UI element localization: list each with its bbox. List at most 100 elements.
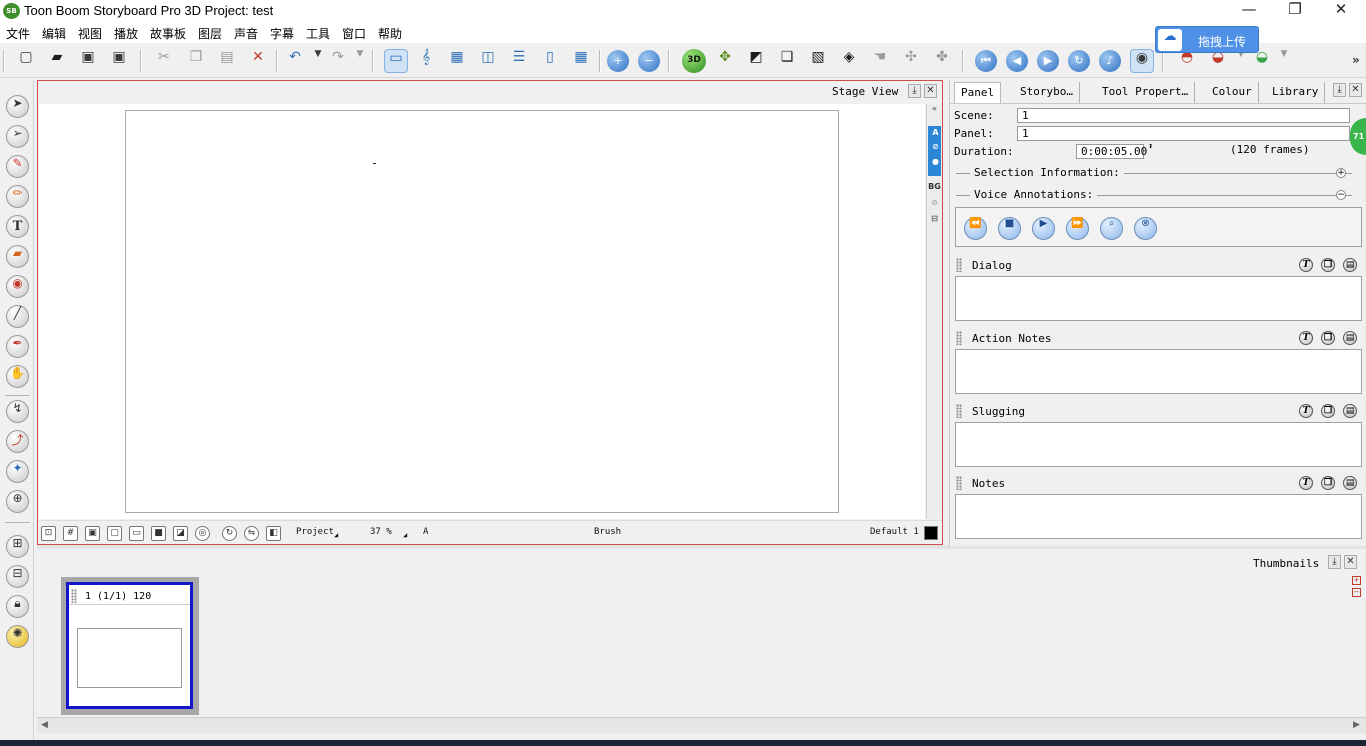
preview-icon[interactable]: ◪ [173, 526, 188, 541]
selection-info-header[interactable]: Selection Information: [970, 166, 1124, 179]
drag-handle-icon[interactable] [956, 258, 962, 272]
play-icon[interactable]: ▶ [1032, 217, 1055, 240]
drag-handle-icon[interactable] [956, 404, 962, 418]
hand-icon[interactable]: ✋ [6, 365, 29, 388]
tab-tool-properties[interactable]: Tool Propert… [1096, 82, 1196, 103]
zoom-in-icon[interactable]: + [607, 50, 629, 72]
notes-field[interactable] [955, 494, 1362, 539]
camera-icon[interactable]: ◉ [1130, 49, 1154, 73]
zoom-dropdown-icon[interactable]: ◢ [403, 531, 407, 539]
previous-icon[interactable]: ◀ [1006, 50, 1028, 72]
panel-field[interactable]: 1 [1017, 126, 1350, 141]
duplicate-icon[interactable]: ❏ [775, 49, 799, 73]
upload-badge[interactable]: ☁ 拖拽上传 [1155, 26, 1259, 53]
copy-icon[interactable]: ❐ [1321, 331, 1335, 345]
menu-edit[interactable]: 编辑 [42, 25, 66, 42]
layer-a[interactable]: A ⊘ ● [928, 126, 941, 176]
close-view-icon[interactable]: ✕ [1349, 83, 1362, 97]
new-panel-icon[interactable]: ✥ [713, 49, 737, 73]
voice-annotations-header[interactable]: Voice Annotations: [970, 188, 1098, 201]
field-guide-icon[interactable]: ▢ [107, 526, 122, 541]
menu-layer[interactable]: 图层 [198, 25, 222, 42]
remove-layer-icon[interactable]: ⊟ [6, 565, 29, 588]
bg-lock-icon[interactable]: ⊟ [928, 214, 941, 223]
crosshair-icon[interactable]: ⊕ [6, 490, 29, 513]
tab-colour[interactable]: Colour [1206, 82, 1259, 103]
contour-editor-icon[interactable]: ➢ [6, 125, 29, 148]
menu-play[interactable]: 播放 [114, 25, 138, 42]
menu-file[interactable]: 文件 [6, 25, 30, 42]
merge-icon[interactable]: ◈ [837, 49, 861, 73]
layer-lock-icon[interactable]: ● [929, 157, 942, 166]
3d-icon[interactable]: 3D [682, 49, 706, 73]
stage-view-icon[interactable]: ▯ [538, 49, 562, 73]
scene-field[interactable]: 1 [1017, 108, 1350, 123]
motion-path-icon[interactable]: ↯ [6, 400, 29, 423]
menu-view[interactable]: 视图 [78, 25, 102, 42]
sound-icon[interactable]: 𝄞 [414, 49, 438, 73]
zoom-annotation-icon[interactable]: ⌕ [1100, 217, 1123, 240]
flip-view-icon[interactable]: ⇋ [244, 526, 259, 541]
eraser-icon[interactable]: ▰ [6, 245, 29, 268]
save-all-icon[interactable]: ▣ [107, 49, 131, 73]
open-icon[interactable]: ▰ [45, 49, 69, 73]
stage-view-tab[interactable]: Stage View [832, 85, 898, 98]
thumbnails-view-icon[interactable]: ▦ [569, 49, 593, 73]
paint-icon[interactable]: ◉ [6, 275, 29, 298]
onion-toggle-icon[interactable]: ◎ [195, 526, 210, 541]
rewind-icon[interactable]: ⏪ [964, 217, 987, 240]
delete-annotation-icon[interactable]: ⊗ [1134, 217, 1157, 240]
menu-storyboard[interactable]: 故事板 [150, 25, 186, 42]
clear-icon[interactable]: ▤ [1343, 404, 1357, 418]
grid-view-icon[interactable]: ▦ [445, 49, 469, 73]
select-icon[interactable]: ➤ [6, 95, 29, 118]
line-icon[interactable]: ╱ [6, 305, 29, 328]
scroll-left-icon[interactable]: ◀ [41, 720, 48, 730]
close-button[interactable]: ✕ [1318, 0, 1364, 23]
two-panel-icon[interactable]: ◫ [476, 49, 500, 73]
text-icon[interactable]: T [6, 215, 29, 238]
new-scene-icon[interactable]: ◩ [744, 49, 768, 73]
pivot-icon[interactable]: ⤴ [6, 430, 29, 453]
save-icon[interactable]: ▣ [76, 49, 100, 73]
new-icon[interactable]: ▢ [14, 49, 38, 73]
paste-icon[interactable]: ▤ [215, 49, 239, 73]
play-icon[interactable]: ▶ [1037, 50, 1059, 72]
drawing-canvas[interactable] [39, 104, 925, 519]
reset-view-icon[interactable]: ⊡ [41, 526, 56, 541]
clear-icon[interactable]: ▤ [1343, 331, 1357, 345]
toolbar-more-icon[interactable]: » [1352, 53, 1360, 67]
current-color-swatch[interactable] [924, 526, 938, 540]
duration-field[interactable]: 0:00:05.00 [1076, 144, 1147, 159]
menu-help[interactable]: 帮助 [378, 25, 402, 42]
collapse-icon[interactable]: − [1336, 190, 1346, 200]
bg-visibility-icon[interactable]: ⊘ [928, 198, 941, 207]
text-format-icon[interactable]: T [1299, 476, 1313, 490]
light-icon[interactable]: ✺ [6, 625, 29, 648]
thumbnails-tab[interactable]: Thumbnails [1253, 557, 1319, 570]
undo-icon[interactable]: ↶ [283, 49, 307, 73]
redo-dropdown-icon[interactable]: ▼ [348, 49, 372, 73]
dialog-field[interactable] [955, 276, 1362, 321]
view-mode-select[interactable]: Project [296, 527, 334, 537]
copy-icon[interactable]: ❐ [184, 49, 208, 73]
menu-tools[interactable]: 工具 [306, 25, 330, 42]
copy-icon[interactable]: ❐ [1321, 404, 1335, 418]
clear-icon[interactable]: ▤ [1343, 476, 1357, 490]
close-view-icon[interactable]: ✕ [1344, 555, 1357, 569]
light-box-icon[interactable]: ◧ [266, 526, 281, 541]
menu-window[interactable]: 窗口 [342, 25, 366, 42]
cut-icon[interactable]: ✂ [152, 49, 176, 73]
split-icon[interactable]: ▧ [806, 49, 830, 73]
dock-icon[interactable]: ⤓ [1333, 83, 1346, 97]
sound-playback-icon[interactable]: ♪ [1099, 50, 1121, 72]
zoom-out-icon[interactable]: − [638, 50, 660, 72]
dock-icon[interactable]: ⤓ [1328, 555, 1341, 569]
camera-move-icon[interactable]: ✣ [899, 49, 923, 73]
menu-caption[interactable]: 字幕 [270, 25, 294, 42]
stop-icon[interactable]: ■ [998, 217, 1021, 240]
brush-icon[interactable]: ✎ [6, 155, 29, 178]
safe-area-icon[interactable]: ▣ [85, 526, 100, 541]
hand-icon[interactable]: ☚ [868, 49, 892, 73]
restore-button[interactable]: ❐ [1272, 0, 1318, 23]
